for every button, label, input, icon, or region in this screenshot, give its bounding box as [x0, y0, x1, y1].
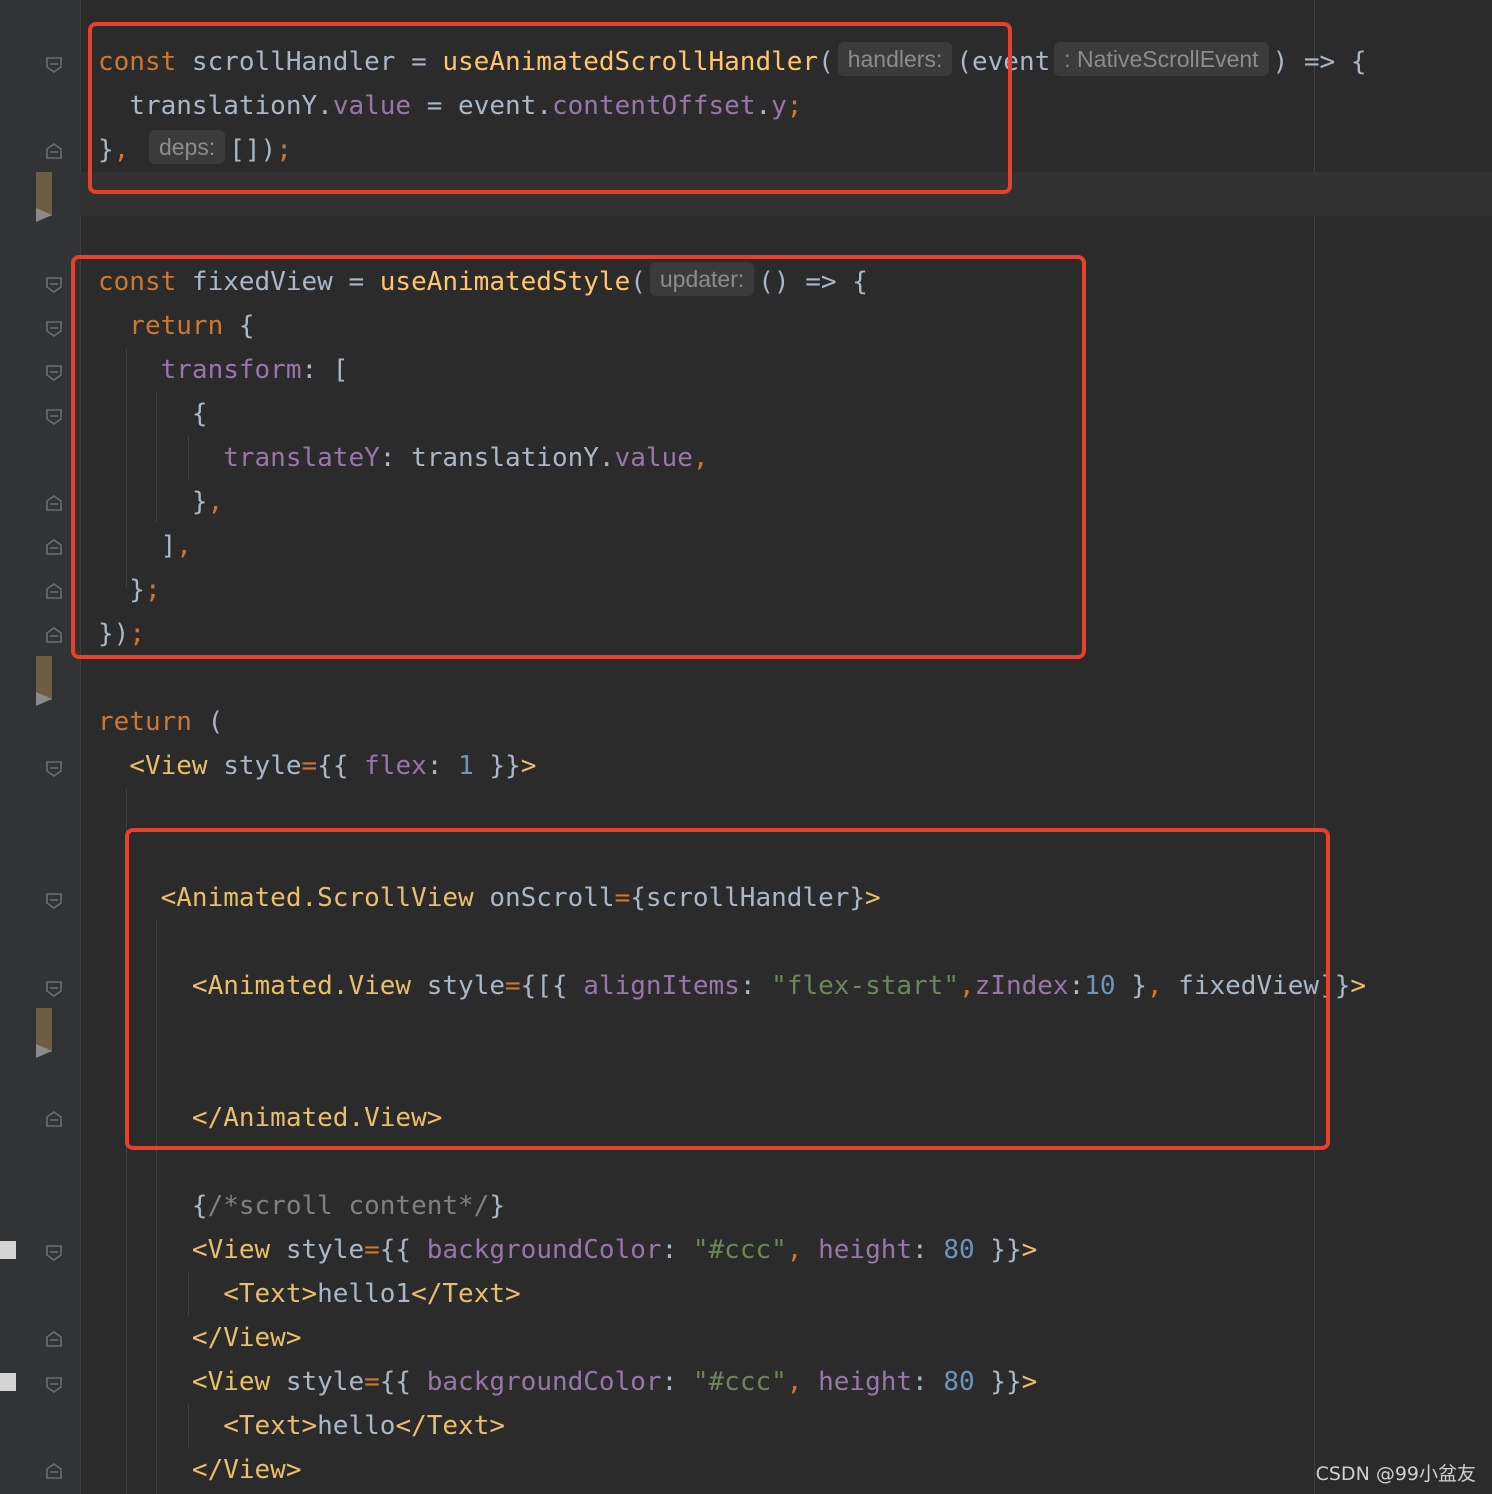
- code-token: :: [912, 1235, 944, 1265]
- code-token: }: [489, 1191, 505, 1221]
- code-token: }}: [974, 1367, 1022, 1397]
- code-token: >: [1021, 1367, 1038, 1397]
- code-token: }}: [974, 1235, 1022, 1265]
- fold-close-icon[interactable]: [45, 142, 63, 160]
- fold-open-icon[interactable]: [45, 320, 63, 338]
- fold-close-icon[interactable]: [45, 1110, 63, 1128]
- code-token: :: [426, 751, 459, 781]
- fold-close-icon[interactable]: [45, 494, 63, 512]
- fold-open-icon[interactable]: [45, 892, 63, 910]
- code-token: >: [1021, 1235, 1038, 1265]
- fold-open-icon[interactable]: [45, 276, 63, 294]
- fold-open-icon[interactable]: [45, 364, 63, 382]
- code-token: >: [520, 751, 537, 781]
- code-token: </View>: [98, 1455, 302, 1485]
- highlight-box-scroll-handler: [88, 22, 1012, 194]
- code-token: <Text>: [98, 1411, 318, 1441]
- code-line[interactable]: </View>: [98, 1448, 302, 1492]
- code-token: (: [207, 707, 224, 737]
- code-line[interactable]: return (: [98, 700, 223, 744]
- code-line[interactable]: <Text>hello</Text>: [98, 1404, 505, 1448]
- code-token: {{: [379, 1235, 427, 1265]
- editor-gutter: [0, 0, 80, 1494]
- code-token: style: [285, 1235, 365, 1265]
- code-token: :: [912, 1367, 944, 1397]
- fold-open-icon[interactable]: [45, 980, 63, 998]
- code-token: {{: [317, 751, 365, 781]
- code-line[interactable]: </View>: [98, 1316, 302, 1360]
- code-token: style: [223, 751, 302, 781]
- vcs-change-arrow-icon[interactable]: [36, 692, 52, 706]
- code-token: =: [364, 1235, 380, 1265]
- code-line[interactable]: {/*scroll content*/}: [98, 1184, 505, 1228]
- right-margin-guide: [1314, 0, 1315, 1494]
- code-token: </Text>: [411, 1279, 521, 1309]
- code-token: {{: [379, 1367, 427, 1397]
- code-token: </Text>: [395, 1411, 506, 1441]
- code-token: <View: [98, 751, 224, 781]
- code-token: </View>: [98, 1323, 302, 1353]
- code-token: backgroundColor: [426, 1367, 662, 1397]
- code-token: height: [818, 1235, 913, 1265]
- code-token: }}: [473, 751, 521, 781]
- vcs-change-arrow-icon[interactable]: [36, 208, 52, 222]
- code-token: "#ccc": [692, 1235, 787, 1265]
- code-token: :: [661, 1367, 693, 1397]
- code-token: 80: [943, 1235, 975, 1265]
- code-line[interactable]: <View style={{ backgroundColor: "#ccc", …: [98, 1360, 1037, 1404]
- code-token: ) => {: [1272, 47, 1367, 77]
- code-token: <View: [98, 1235, 286, 1265]
- fold-close-icon[interactable]: [45, 582, 63, 600]
- code-line[interactable]: <View style={{ backgroundColor: "#ccc", …: [98, 1228, 1037, 1272]
- code-token: style: [285, 1367, 365, 1397]
- bookmark-icon[interactable]: [0, 1241, 16, 1259]
- highlight-box-fixed-view: [71, 255, 1086, 659]
- code-token: ,: [786, 1235, 819, 1265]
- fold-open-icon[interactable]: [45, 1244, 63, 1262]
- code-token: 80: [943, 1367, 975, 1397]
- code-token: ,: [786, 1367, 819, 1397]
- code-token: {: [98, 1191, 208, 1221]
- code-token: backgroundColor: [426, 1235, 662, 1265]
- code-line[interactable]: <View style={{ flex: 1 }}>: [98, 744, 536, 788]
- code-token: =: [301, 751, 318, 781]
- code-token: =: [364, 1367, 380, 1397]
- fold-open-icon[interactable]: [45, 56, 63, 74]
- fold-open-icon[interactable]: [45, 760, 63, 778]
- fold-open-icon[interactable]: [45, 1376, 63, 1394]
- watermark: CSDN @99小盆友: [1315, 1463, 1476, 1485]
- code-token: <Text>: [98, 1279, 318, 1309]
- code-line[interactable]: <Text>hello1</Text>: [98, 1272, 521, 1316]
- fold-close-icon[interactable]: [45, 1330, 63, 1348]
- code-token: height: [818, 1367, 913, 1397]
- fold-close-icon[interactable]: [45, 538, 63, 556]
- code-token: hello: [317, 1411, 396, 1441]
- code-token: >: [1350, 971, 1367, 1001]
- fold-close-icon[interactable]: [45, 626, 63, 644]
- parameter-hint: : NativeScrollEvent: [1054, 42, 1269, 76]
- bookmark-icon[interactable]: [0, 1373, 16, 1391]
- code-token: :: [661, 1235, 693, 1265]
- code-token: hello1: [317, 1279, 412, 1309]
- highlight-box-animated-view: [125, 828, 1330, 1150]
- vcs-change-arrow-icon[interactable]: [36, 1044, 52, 1058]
- code-token: return: [98, 707, 208, 737]
- fold-open-icon[interactable]: [45, 408, 63, 426]
- code-token: <View: [98, 1367, 286, 1397]
- code-token: "#ccc": [692, 1367, 787, 1397]
- gutter-border: [80, 0, 81, 1494]
- code-token: 1: [458, 751, 474, 781]
- code-token: /*scroll content*/: [207, 1191, 490, 1221]
- code-token: flex: [364, 751, 427, 781]
- fold-close-icon[interactable]: [45, 1462, 63, 1480]
